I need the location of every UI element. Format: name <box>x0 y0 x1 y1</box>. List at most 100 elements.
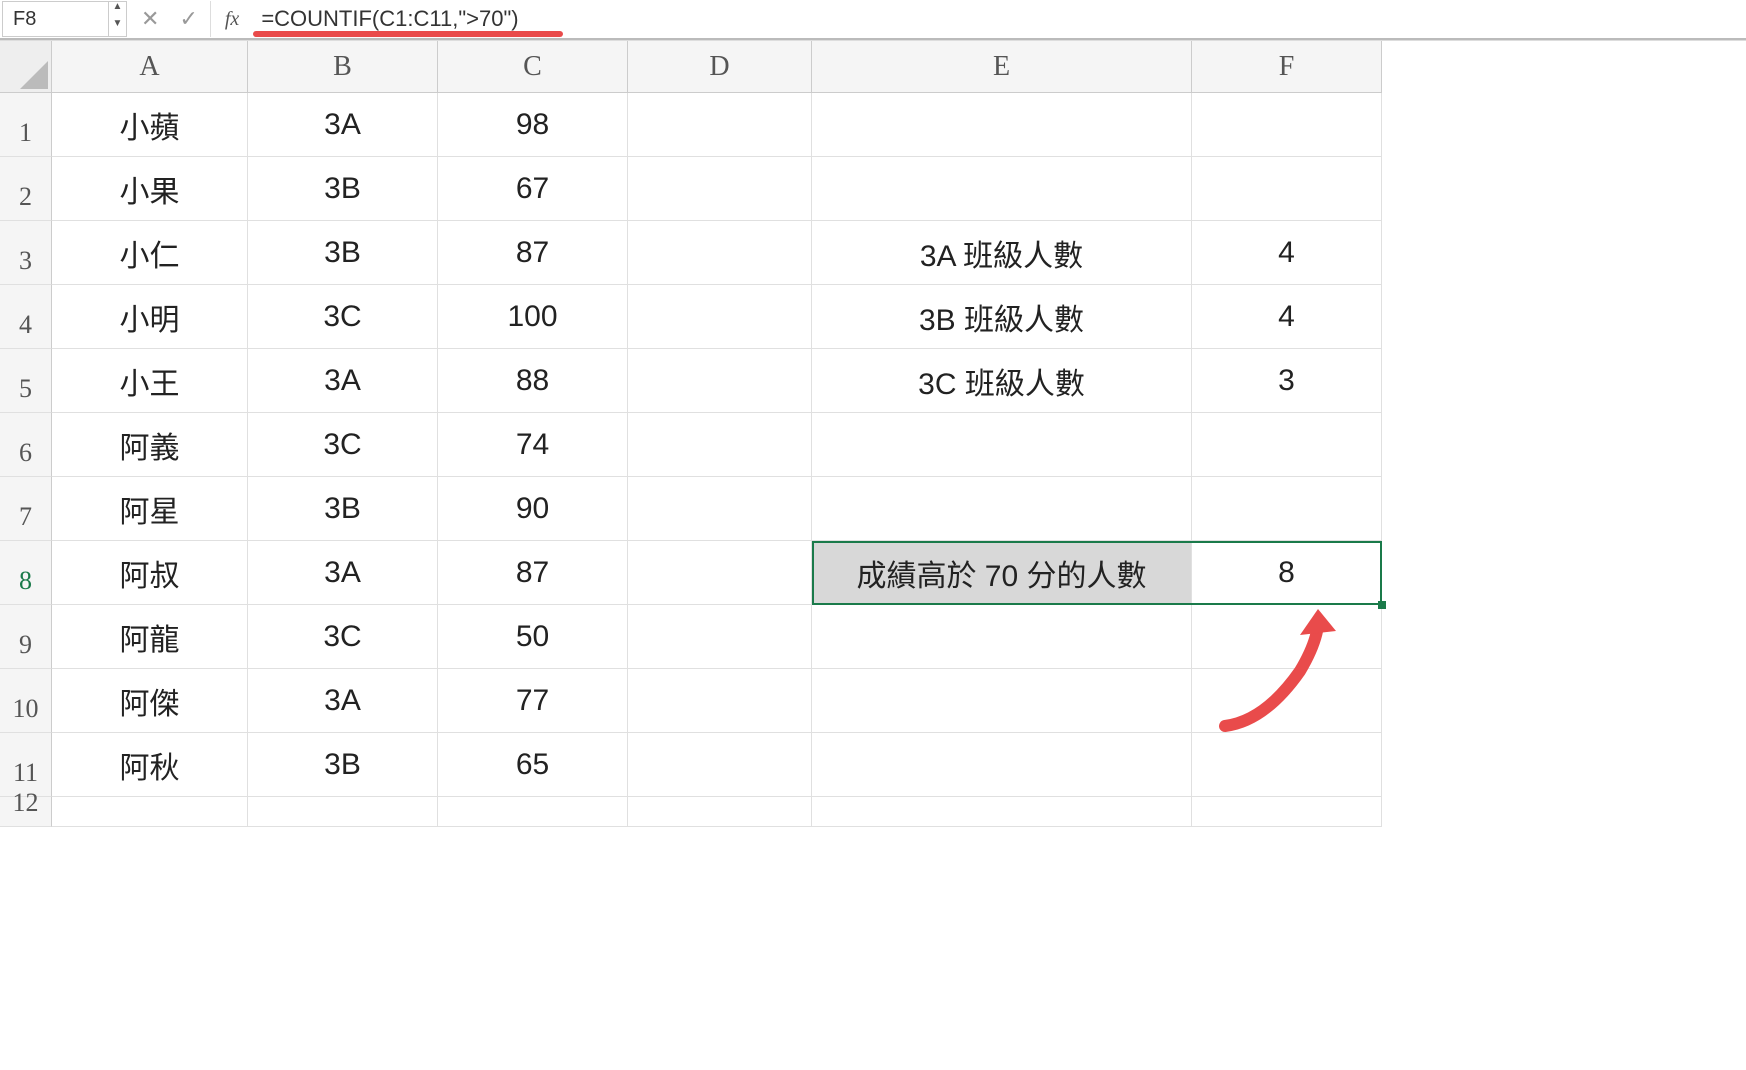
cell-e5[interactable]: 3C 班級人數 <box>812 349 1192 413</box>
cell-a8[interactable]: 阿叔 <box>52 541 248 605</box>
fx-label[interactable]: fx <box>211 8 253 31</box>
cell-d9[interactable] <box>628 605 812 669</box>
cell-e3[interactable]: 3A 班級人數 <box>812 221 1192 285</box>
select-all-corner[interactable] <box>0 41 52 93</box>
cell-c12[interactable] <box>438 797 628 827</box>
cell-e10[interactable] <box>812 669 1192 733</box>
cell-e1[interactable] <box>812 93 1192 157</box>
cancel-icon[interactable]: ✕ <box>141 6 159 32</box>
row-label[interactable]: 5 <box>0 349 52 413</box>
spreadsheet-grid[interactable]: A B C D E F 1 小蘋 3A 98 2 小果 3B 67 3 小仁 3… <box>0 40 1746 827</box>
cell-b10[interactable]: 3A <box>248 669 438 733</box>
row-label[interactable]: 12 <box>0 797 52 827</box>
cell-f10[interactable] <box>1192 669 1382 733</box>
row-label[interactable]: 10 <box>0 669 52 733</box>
row-label[interactable]: 3 <box>0 221 52 285</box>
cell-f4[interactable]: 4 <box>1192 285 1382 349</box>
cell-d11[interactable] <box>628 733 812 797</box>
spinner-up-icon[interactable]: ▲ <box>109 2 126 19</box>
cell-d10[interactable] <box>628 669 812 733</box>
cell-d8[interactable] <box>628 541 812 605</box>
cell-a11[interactable]: 阿秋 <box>52 733 248 797</box>
cell-b6[interactable]: 3C <box>248 413 438 477</box>
col-header-c[interactable]: C <box>438 41 628 93</box>
cell-b9[interactable]: 3C <box>248 605 438 669</box>
cell-e11[interactable] <box>812 733 1192 797</box>
cell-a5[interactable]: 小王 <box>52 349 248 413</box>
cell-b7[interactable]: 3B <box>248 477 438 541</box>
cell-c7[interactable]: 90 <box>438 477 628 541</box>
cell-f5[interactable]: 3 <box>1192 349 1382 413</box>
cell-d6[interactable] <box>628 413 812 477</box>
row-label[interactable]: 4 <box>0 285 52 349</box>
cell-f1[interactable] <box>1192 93 1382 157</box>
row-label[interactable]: 7 <box>0 477 52 541</box>
col-header-b[interactable]: B <box>248 41 438 93</box>
cell-d1[interactable] <box>628 93 812 157</box>
cell-d7[interactable] <box>628 477 812 541</box>
formula-input[interactable] <box>253 6 1746 32</box>
cell-d2[interactable] <box>628 157 812 221</box>
col-header-e[interactable]: E <box>812 41 1192 93</box>
cell-a10[interactable]: 阿傑 <box>52 669 248 733</box>
cell-b12[interactable] <box>248 797 438 827</box>
cell-d12[interactable] <box>628 797 812 827</box>
cell-b11[interactable]: 3B <box>248 733 438 797</box>
cell-c4[interactable]: 100 <box>438 285 628 349</box>
confirm-icon[interactable]: ✓ <box>179 6 197 32</box>
cell-b1[interactable]: 3A <box>248 93 438 157</box>
row-label[interactable]: 6 <box>0 413 52 477</box>
cell-d5[interactable] <box>628 349 812 413</box>
cell-a7[interactable]: 阿星 <box>52 477 248 541</box>
selection-handle[interactable] <box>1378 601 1386 609</box>
row-label[interactable]: 9 <box>0 605 52 669</box>
col-header-d[interactable]: D <box>628 41 812 93</box>
cell-e4[interactable]: 3B 班級人數 <box>812 285 1192 349</box>
cell-c11[interactable]: 65 <box>438 733 628 797</box>
cell-f7[interactable] <box>1192 477 1382 541</box>
cell-e9[interactable] <box>812 605 1192 669</box>
cell-a4[interactable]: 小明 <box>52 285 248 349</box>
cell-d3[interactable] <box>628 221 812 285</box>
cell-f11[interactable] <box>1192 733 1382 797</box>
cell-a2[interactable]: 小果 <box>52 157 248 221</box>
cell-a3[interactable]: 小仁 <box>52 221 248 285</box>
row-label[interactable]: 1 <box>0 93 52 157</box>
cell-b2[interactable]: 3B <box>248 157 438 221</box>
cell-f6[interactable] <box>1192 413 1382 477</box>
cell-c10[interactable]: 77 <box>438 669 628 733</box>
col-header-a[interactable]: A <box>52 41 248 93</box>
cell-b5[interactable]: 3A <box>248 349 438 413</box>
cell-f9[interactable] <box>1192 605 1382 669</box>
row-label[interactable]: 8 <box>0 541 52 605</box>
cell-f2[interactable] <box>1192 157 1382 221</box>
cell-e7[interactable] <box>812 477 1192 541</box>
spinner-down-icon[interactable]: ▼ <box>109 19 126 36</box>
cell-a6[interactable]: 阿義 <box>52 413 248 477</box>
cell-c9[interactable]: 50 <box>438 605 628 669</box>
cell-c3[interactable]: 87 <box>438 221 628 285</box>
cell-c1[interactable]: 98 <box>438 93 628 157</box>
cell-e12[interactable] <box>812 797 1192 827</box>
cell-c2[interactable]: 67 <box>438 157 628 221</box>
cell-b3[interactable]: 3B <box>248 221 438 285</box>
cell-c8[interactable]: 87 <box>438 541 628 605</box>
cell-b4[interactable]: 3C <box>248 285 438 349</box>
cell-f3[interactable]: 4 <box>1192 221 1382 285</box>
cell-d4[interactable] <box>628 285 812 349</box>
cell-e6[interactable] <box>812 413 1192 477</box>
cell-e8[interactable]: 成績高於 70 分的人數 <box>812 541 1192 605</box>
cell-b8[interactable]: 3A <box>248 541 438 605</box>
cell-c6[interactable]: 74 <box>438 413 628 477</box>
cell-a12[interactable] <box>52 797 248 827</box>
cell-f8[interactable]: 8 <box>1192 541 1382 605</box>
cell-a1[interactable]: 小蘋 <box>52 93 248 157</box>
cell-c5[interactable]: 88 <box>438 349 628 413</box>
col-header-f[interactable]: F <box>1192 41 1382 93</box>
cell-f12[interactable] <box>1192 797 1382 827</box>
cell-a9[interactable]: 阿龍 <box>52 605 248 669</box>
cell-e2[interactable] <box>812 157 1192 221</box>
row-label[interactable]: 2 <box>0 157 52 221</box>
name-box-spinner[interactable]: ▲ ▼ <box>108 2 126 36</box>
name-box[interactable]: F8 ▲ ▼ <box>2 1 127 37</box>
